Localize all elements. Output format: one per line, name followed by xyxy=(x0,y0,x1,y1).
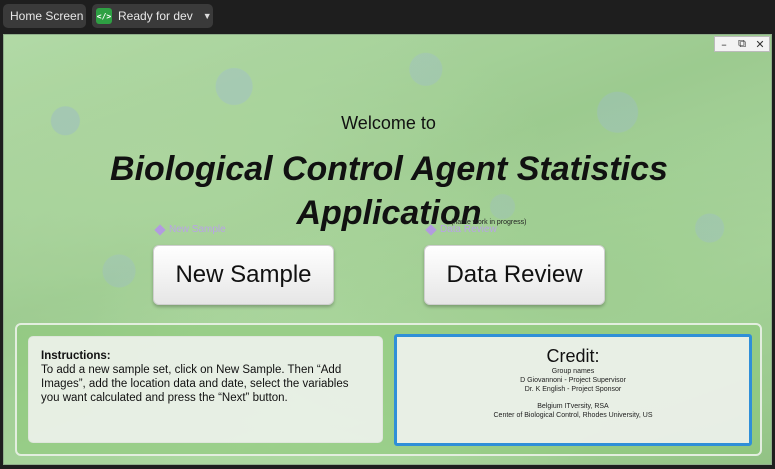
diamond-icon xyxy=(154,223,166,236)
minimize-icon[interactable]: – xyxy=(715,37,733,51)
credit-line: D Giovannoni - Project Supervisor xyxy=(520,377,626,384)
chevron-down-icon: ▼ xyxy=(202,11,212,21)
credit-line: Center of Biological Control, Rhodes Uni… xyxy=(493,412,653,419)
home-screen-tab[interactable]: Home Screen xyxy=(3,4,86,28)
credit-title: Credit: xyxy=(546,346,600,366)
data-review-button[interactable]: Data Review xyxy=(424,245,605,305)
app-title: Biological Control Agent Statistics Appl… xyxy=(110,150,668,232)
credit-card: Credit: Group names D Giovannoni - Proje… xyxy=(394,334,752,446)
ghost-label-text: Data Review xyxy=(440,224,497,235)
credit-line: Dr. K English - Project Sponsor xyxy=(524,386,622,393)
credit-group-heading: Group names xyxy=(551,368,595,375)
data-review-ghost-label: Data Review xyxy=(425,223,497,236)
maximize-icon[interactable]: ⧉ xyxy=(733,37,751,51)
welcome-text: Welcome to xyxy=(341,113,436,133)
info-panel: Instructions: To add a new sample set, c… xyxy=(15,323,762,456)
app-frame: – ⧉ ✕ Welcome to Biological Control Agen… xyxy=(3,34,772,465)
code-icon: </> xyxy=(96,8,112,24)
status-label: Ready for dev xyxy=(118,9,193,23)
new-sample-button[interactable]: New Sample xyxy=(153,245,334,305)
diamond-icon xyxy=(425,223,437,236)
new-sample-ghost-label: New Sample xyxy=(154,223,226,236)
instructions-heading: Instructions: xyxy=(41,350,111,362)
instructions-card: Instructions: To add a new sample set, c… xyxy=(28,336,383,443)
home-screen-label: Home Screen xyxy=(10,9,84,23)
ghost-label-text: New Sample xyxy=(169,224,226,235)
credit-line: Belgium ITversity, RSA xyxy=(537,403,609,410)
close-icon[interactable]: ✕ xyxy=(751,37,769,51)
status-dropdown[interactable]: </> Ready for dev ▼ xyxy=(92,4,213,28)
top-toolbar: Home Screen </> Ready for dev ▼ xyxy=(0,0,775,34)
window-controls: – ⧉ ✕ xyxy=(714,36,770,52)
instructions-body: To add a new sample set, click on New Sa… xyxy=(41,364,349,404)
